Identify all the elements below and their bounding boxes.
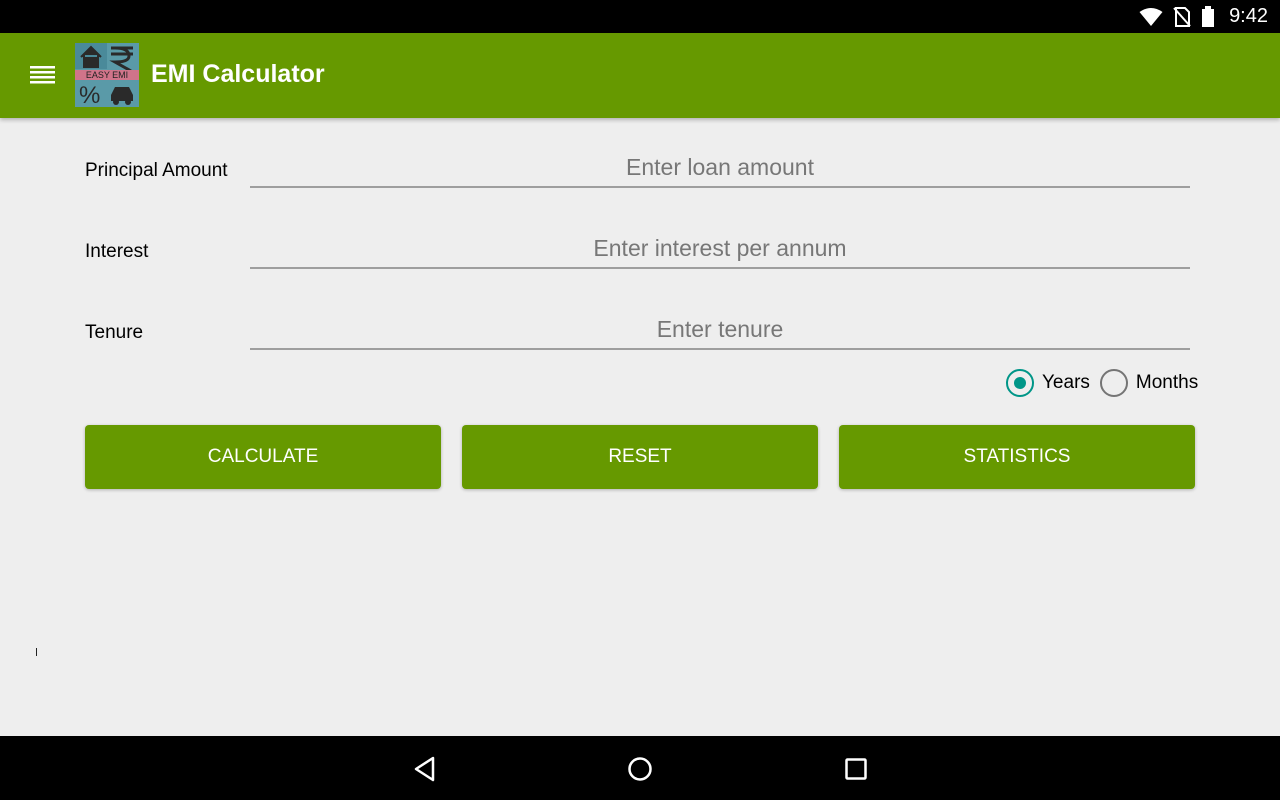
status-clock: 9:42 [1229,5,1268,27]
statistics-button[interactable]: STATISTICS [839,425,1195,489]
svg-text:%: % [79,82,100,107]
principal-input[interactable] [250,148,1190,188]
home-icon[interactable] [625,754,655,784]
months-radio-label[interactable]: Months [1136,372,1198,394]
back-icon[interactable] [410,754,440,784]
months-radio[interactable] [1099,369,1128,397]
status-icons: 9:42 [1139,0,1268,33]
interest-input[interactable] [250,229,1190,269]
reset-button[interactable]: RESET [462,425,818,489]
no-sim-icon [1173,6,1191,27]
interest-label: Interest [85,241,149,262]
text-cursor [36,648,37,656]
tenure-label: Tenure [85,322,144,343]
tenure-unit-radio-group: Years Months [1006,369,1208,397]
calculate-button[interactable]: CALCULATE [85,425,441,489]
principal-label: Principal Amount [85,160,228,181]
svg-text:EASY EMI: EASY EMI [86,70,128,80]
status-bar: 9:42 [0,0,1280,33]
tenure-input[interactable] [250,310,1190,350]
app-title: EMI Calculator [151,60,325,88]
app-bar: EASY EMI % EMI Calculator [0,33,1280,118]
battery-icon [1201,5,1215,28]
years-radio-label[interactable]: Years [1042,372,1090,394]
wifi-icon [1139,7,1163,27]
navigation-bar [0,736,1280,800]
hamburger-menu-icon[interactable] [30,63,56,87]
app-logo: EASY EMI % [75,43,139,109]
recents-icon[interactable] [841,754,871,784]
years-radio[interactable] [1006,369,1034,397]
